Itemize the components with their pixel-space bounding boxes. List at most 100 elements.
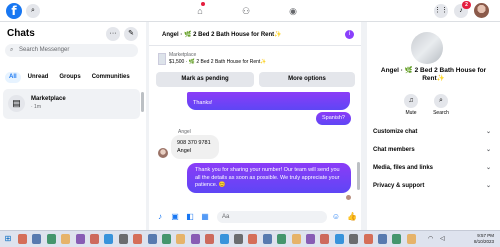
chevron-down-icon: ⌄ [485,183,491,189]
search-label: Search [433,110,449,116]
groups-icon[interactable]: ⚇ [238,3,254,19]
filter-unread[interactable]: Unread [24,72,53,83]
chat-list-scrollbar[interactable] [141,92,144,112]
volume-icon[interactable]: ◁ [440,235,445,242]
taskbar-app-icon[interactable] [162,234,171,244]
taskbar-app-icon[interactable] [291,234,301,244]
menu-chat-members[interactable]: Chat members ⌄ [373,142,495,158]
message-text: Thank you for sharing your number! Our t… [195,167,340,188]
taskbar-app-icon[interactable] [320,234,330,244]
conversation-info-icon[interactable]: i [345,30,354,39]
taskbar-app-icon[interactable] [219,234,229,244]
message-bubble-outgoing[interactable]: Thanks! [187,92,350,110]
message-bubble-outgoing[interactable]: Spanish? [316,112,351,125]
conversation-avatar[interactable] [411,32,443,64]
taskbar-app-icon[interactable] [205,234,215,244]
taskbar-app-icon[interactable] [406,234,416,244]
account-avatar[interactable] [474,3,489,18]
taskbar-app-icon[interactable] [262,234,272,244]
sticker-icon[interactable]: ◧ [185,212,195,222]
taskbar-app-icon[interactable] [349,234,359,244]
chevron-down-icon: ⌄ [485,165,491,171]
taskbar-app-icon[interactable] [32,234,42,244]
taskbar-app-icon[interactable] [46,234,56,244]
taskbar-app-icon[interactable] [277,234,287,244]
taskbar-app-icon[interactable] [147,234,157,244]
taskbar-app-icon[interactable] [104,234,114,244]
conversation-scrollbar[interactable] [357,162,360,190]
taskbar-app-icon[interactable] [190,234,200,244]
menu-customize-chat[interactable]: Customize chat ⌄ [373,124,495,140]
photo-icon[interactable]: ▣ [170,212,180,222]
listing-thumbnail [158,53,166,65]
message-text: Thanks! [193,100,213,106]
conversation-title[interactable]: Angel · 🌿 2 Bed 2 Bath House for Rent✨ [162,31,282,38]
message-bubble-outgoing[interactable]: Thank you for sharing your number! Our t… [187,163,351,193]
wifi-icon[interactable]: ◠ [428,235,433,242]
chevron-down-icon: ⌄ [485,129,491,135]
conversation-panel: Angel · 🌿 2 Bed 2 Bath House for Rent✨ i… [149,22,361,230]
taskbar-app-icon[interactable] [18,234,27,244]
windows-start-icon[interactable]: ⊞ [3,234,13,244]
taskbar-app-icon[interactable] [234,234,243,244]
conversation-header: Angel · 🌿 2 Bed 2 Bath House for Rent✨ i [149,22,361,46]
microphone-icon[interactable]: ♪ [155,212,165,222]
filter-communities[interactable]: Communities [88,72,134,83]
chat-time: · 1m [31,104,41,110]
message-placeholder: Aa [222,214,230,220]
mute-label: Mute [405,110,417,116]
menu-grid-icon[interactable]: ⋮⋮ [434,4,448,18]
message-input[interactable]: Aa [217,211,327,223]
message-bubble-incoming[interactable]: 908 370 9781 Angel [171,135,219,159]
filter-groups[interactable]: Groups [55,72,84,83]
search-input[interactable]: ⌕ Search Messenger [5,44,138,57]
taskbar-app-icon[interactable] [118,234,128,244]
filter-all[interactable]: All [5,72,21,83]
like-icon[interactable]: 👍 [347,212,357,222]
menu-privacy-support[interactable]: Privacy & support ⌄ [373,178,495,194]
marketplace-icon: ▤ [8,95,25,112]
taskbar-app-icon[interactable] [75,234,85,244]
details-panel: Angel · 🌿 2 Bed 2 Bath House for Rent✨ ♫… [367,22,500,230]
message-composer: ♪ ▣ ◧ ▦ Aa ☺ 👍 [149,206,361,230]
bell-icon[interactable]: ♫ [404,94,418,108]
chevron-down-icon: ⌄ [485,147,491,153]
emoji-icon[interactable]: ☺ [331,212,341,222]
search-icon: ⌕ [10,47,14,53]
chats-panel: Chats ··· ✎ ⌕ Search Messenger All Unrea… [0,22,146,230]
taskbar-app-icon[interactable] [248,234,258,244]
chat-filters: All Unread Groups Communities [5,72,145,84]
mark-as-pending-button[interactable]: Mark as pending [156,72,254,87]
taskbar-app-icon[interactable] [378,234,387,244]
taskbar-app-icon[interactable] [334,234,344,244]
taskbar-app-icon[interactable] [363,234,373,244]
taskbar-app-icon[interactable] [133,234,143,244]
taskbar: ⊞ ◠ ◁ 9:57 PM 8/10/2023 [0,230,500,247]
chats-title: Chats [7,28,35,39]
taskbar-clock[interactable]: 9:57 PM 8/10/2023 [454,233,494,245]
home-icon[interactable]: ⌂ [192,3,208,19]
menu-label: Chat members [373,147,415,153]
home-notification-dot [201,2,205,6]
sender-avatar[interactable] [158,148,168,158]
search-icon[interactable]: ⌕ [26,4,40,18]
read-receipt-avatar [346,195,351,200]
facebook-logo[interactable]: f [6,3,22,19]
chat-list-item-marketplace[interactable]: ▤ Marketplace · 1m [3,89,140,119]
taskbar-app-icon[interactable] [306,234,315,244]
search-placeholder: Search Messenger [19,47,70,53]
search-icon[interactable]: ⌕ [434,94,448,108]
menu-label: Privacy & support [373,183,425,189]
taskbar-app-icon[interactable] [61,234,71,244]
gaming-icon[interactable]: ◉ [285,3,301,19]
new-message-icon[interactable]: ✎ [124,27,138,41]
menu-label: Media, files and links [373,165,434,171]
listing-detail[interactable]: $1,500 · 🌿 2 Bed 2 Bath House for Rent✨ [169,59,267,65]
taskbar-app-icon[interactable] [176,234,186,244]
more-icon[interactable]: ··· [106,27,120,41]
more-options-button[interactable]: More options [259,72,355,87]
taskbar-app-icon[interactable] [90,234,99,244]
menu-media-files-links[interactable]: Media, files and links ⌄ [373,160,495,176]
taskbar-app-icon[interactable] [392,234,402,244]
gif-icon[interactable]: ▦ [200,212,210,222]
